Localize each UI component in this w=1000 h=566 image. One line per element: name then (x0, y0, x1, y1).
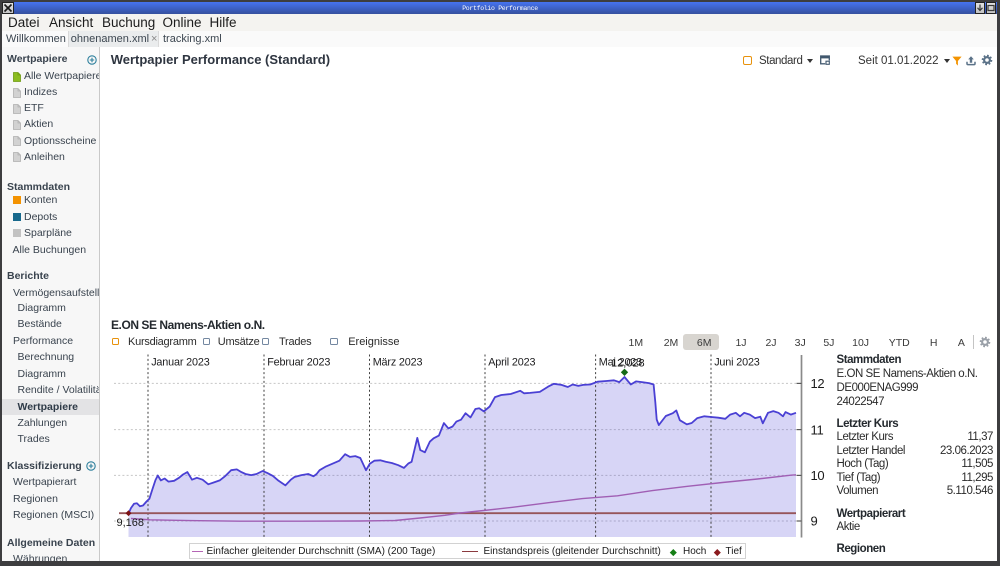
svg-text:11: 11 (811, 422, 824, 437)
svg-text:9,168: 9,168 (117, 517, 145, 529)
svg-text:Juni 2023: Juni 2023 (714, 357, 760, 369)
svg-text:Februar 2023: Februar 2023 (267, 357, 330, 369)
svg-text:März 2023: März 2023 (373, 357, 423, 369)
svg-text:12: 12 (811, 376, 825, 391)
svg-text:Januar 2023: Januar 2023 (151, 357, 210, 369)
svg-text:12,028: 12,028 (611, 358, 645, 370)
svg-text:10: 10 (811, 468, 825, 483)
svg-text:April 2023: April 2023 (488, 357, 535, 369)
svg-text:9: 9 (811, 514, 818, 529)
